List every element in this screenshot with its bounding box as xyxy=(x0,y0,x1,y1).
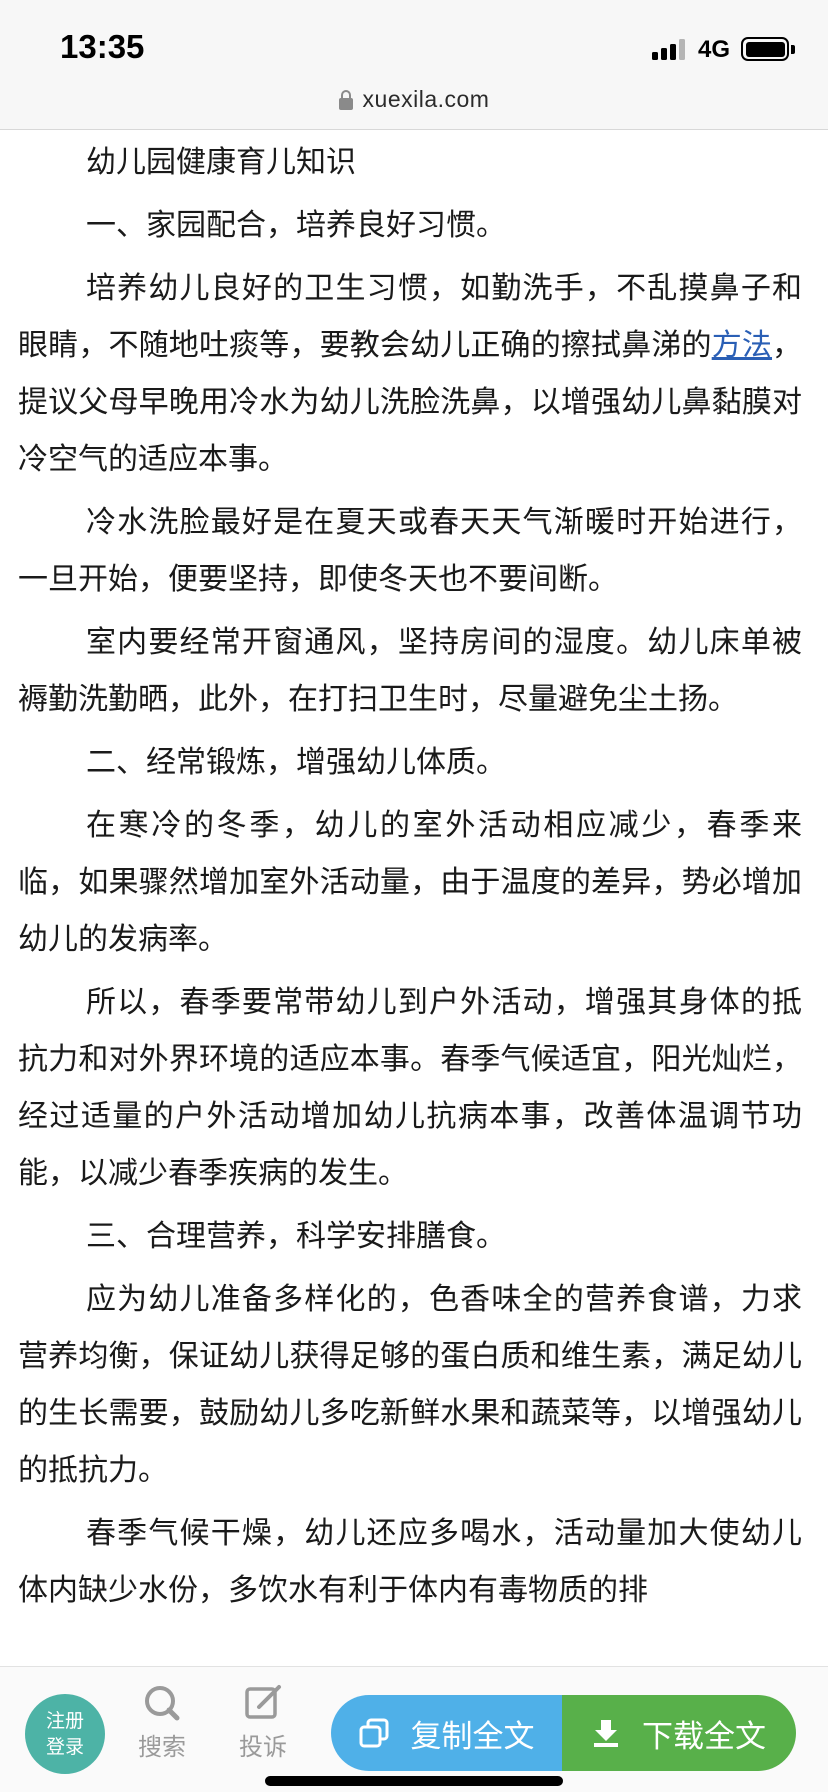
article-paragraph: 在寒冷的冬季，幼儿的室外活动相应减少，春季来临，如果骤然增加室外活动量，由于温度… xyxy=(18,808,802,957)
search-button[interactable]: 搜索 xyxy=(132,1683,192,1762)
section-heading: 一、家园配合，培养良好习惯。 xyxy=(86,208,506,243)
download-full-text-button[interactable]: 下载全文 xyxy=(562,1695,796,1771)
login-label: 登录 xyxy=(45,1736,84,1758)
register-label: 注册 xyxy=(45,1710,84,1732)
paragraph-text: 培养幼儿良好的卫生习惯，如勤洗手，不乱摸鼻子和眼睛，不随地吐痰等，要教会幼儿正确… xyxy=(18,271,802,363)
url-bar[interactable]: xuexila.com xyxy=(0,84,828,130)
url-domain[interactable]: xuexila.com xyxy=(363,86,490,113)
lock-icon xyxy=(338,89,353,110)
report-label: 投诉 xyxy=(239,1733,287,1761)
article-body: 幼儿园健康育儿知识 一、家园配合，培养良好习惯。 培养幼儿良好的卫生习惯，如勤洗… xyxy=(18,134,802,1625)
article-paragraph: 应为幼儿准备多样化的，色香味全的营养食谱，力求营养均衡，保证幼儿获得足够的蛋白质… xyxy=(18,1282,802,1488)
home-indicator[interactable] xyxy=(265,1776,563,1786)
article-paragraph: 冷水洗脸最好是在夏天或春天天气渐暖时开始进行，一旦开始，便要坚持，即使冬天也不要… xyxy=(18,505,802,597)
article-paragraph: 培养幼儿良好的卫生习惯，如勤洗手，不乱摸鼻子和眼睛，不随地吐痰等，要教会幼儿正确… xyxy=(18,260,802,488)
download-icon xyxy=(594,1720,618,1747)
article-paragraph: 春季气候干燥，幼儿还应多喝水，活动量加大使幼儿体内缺少水份，多饮水有利于体内有毒… xyxy=(18,1516,802,1608)
status-time: 13:35 xyxy=(60,28,145,65)
edit-icon xyxy=(245,1685,281,1719)
article-title: 幼儿园健康育儿知识 xyxy=(86,145,356,180)
copy-icon xyxy=(359,1718,388,1748)
search-label: 搜索 xyxy=(138,1733,186,1761)
battery-cap xyxy=(791,45,795,54)
status-bar: 13:35 4G xyxy=(0,0,828,84)
signal-icon xyxy=(652,38,688,60)
section-heading: 二、经常锻炼，增强幼儿体质。 xyxy=(86,745,506,780)
bottom-toolbar: 注册 登录 搜索 投诉 复制全文 下载全文 xyxy=(0,1666,828,1792)
article-paragraph: 室内要经常开窗通风，坚持房间的湿度。幼儿床单被褥勤洗勤晒，此外，在打扫卫生时，尽… xyxy=(18,625,802,717)
network-label: 4G xyxy=(698,36,731,63)
search-icon xyxy=(145,1686,180,1721)
register-login-button[interactable]: 注册 登录 xyxy=(25,1694,105,1774)
report-button[interactable]: 投诉 xyxy=(233,1683,293,1762)
download-label: 下载全文 xyxy=(642,1718,766,1755)
copy-label: 复制全文 xyxy=(410,1718,535,1755)
article-paragraph: 所以，春季要常带幼儿到户外活动，增强其身体的抵抗力和对外界环境的适应本事。春季气… xyxy=(18,985,802,1191)
copy-full-text-button[interactable]: 复制全文 xyxy=(331,1695,562,1771)
battery-icon xyxy=(741,37,789,61)
method-link[interactable]: 方法 xyxy=(712,328,772,363)
section-heading: 三、合理营养，科学安排膳食。 xyxy=(86,1219,506,1254)
